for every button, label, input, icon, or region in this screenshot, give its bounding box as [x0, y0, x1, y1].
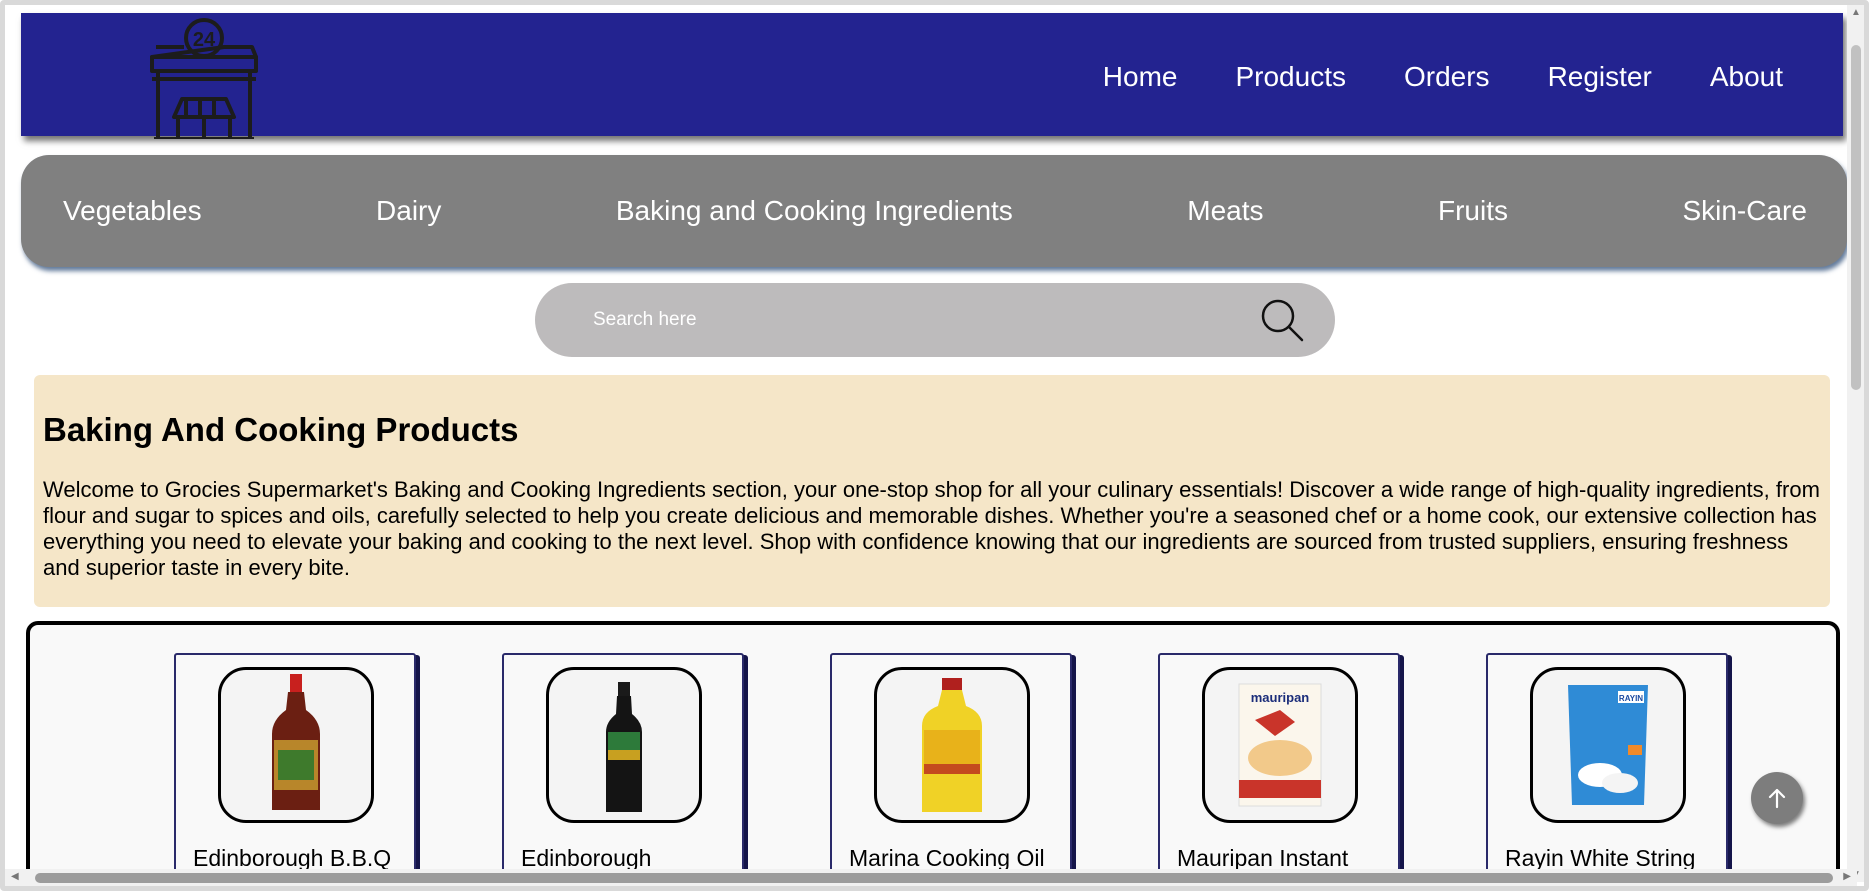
product-image[interactable]: mauripan [1202, 667, 1358, 823]
product-image[interactable] [546, 667, 702, 823]
category-bar: Vegetables Dairy Baking and Cooking Ingr… [21, 155, 1847, 267]
category-vegetables[interactable]: Vegetables [63, 195, 202, 227]
product-image[interactable] [218, 667, 374, 823]
search-input[interactable] [593, 305, 1193, 335]
cooking-oil-bottle-icon [922, 678, 982, 812]
store-24-logo-icon[interactable]: 24 [134, 13, 274, 139]
product-card[interactable]: RAYIN Rayin White String [1486, 653, 1728, 886]
scroll-to-top-button[interactable] [1751, 772, 1803, 824]
scroll-right-icon[interactable]: ▶ [1843, 871, 1851, 882]
arrow-up-icon [1768, 788, 1786, 809]
svg-text:RAYIN: RAYIN [1619, 694, 1643, 703]
search-icon[interactable] [1259, 297, 1305, 343]
product-name: Rayin White String [1505, 845, 1696, 871]
nav-register-link[interactable]: Register [1548, 61, 1652, 93]
scroll-up-icon[interactable]: ▲ [1851, 7, 1861, 18]
product-card[interactable]: Edinborough B.B.Q [174, 653, 416, 886]
nav-products-link[interactable]: Products [1235, 61, 1346, 93]
product-card[interactable]: mauripan Mauripan Instant [1158, 653, 1400, 886]
category-baking-cooking[interactable]: Baking and Cooking Ingredients [616, 195, 1013, 227]
category-fruits[interactable]: Fruits [1438, 195, 1508, 227]
main-nav: Home Products Orders Register About [1103, 61, 1783, 93]
product-name: Marina Cooking Oil [849, 845, 1045, 871]
svg-text:mauripan: mauripan [1251, 690, 1310, 705]
horizontal-scroll-thumb[interactable] [35, 873, 1833, 883]
product-card[interactable]: Marina Cooking Oil [830, 653, 1072, 886]
nav-about-link[interactable]: About [1710, 61, 1783, 93]
nav-orders-link[interactable]: Orders [1404, 61, 1490, 93]
vertical-scrollbar[interactable]: ▲ ▼ [1847, 5, 1864, 882]
page-title: Baking And Cooking Products [43, 411, 519, 448]
horizontal-scrollbar[interactable]: ◀ ▶ [5, 869, 1857, 886]
product-image[interactable] [874, 667, 1030, 823]
product-grid: Edinborough B.B.Q Edinborough Marina Coo… [26, 621, 1840, 886]
svg-text:24: 24 [193, 29, 216, 51]
category-skin-care[interactable]: Skin-Care [1682, 195, 1806, 227]
product-name: Mauripan Instant [1177, 845, 1349, 871]
category-meats[interactable]: Meats [1187, 195, 1263, 227]
vertical-scroll-thumb[interactable] [1851, 45, 1861, 390]
browser-viewport: 24 Home Products Orders Register About V… [0, 0, 1869, 891]
yeast-packet-icon: mauripan [1238, 683, 1322, 807]
category-info-panel: Baking And Cooking Products Welcome to G… [34, 375, 1830, 607]
scroll-left-icon[interactable]: ◀ [11, 871, 19, 882]
soy-sauce-bottle-icon [606, 682, 642, 812]
category-description: Welcome to Grocies Supermarket's Baking … [43, 477, 1820, 580]
product-image[interactable]: RAYIN [1530, 667, 1686, 823]
product-name: Edinborough [521, 845, 652, 871]
site-header: 24 Home Products Orders Register About [21, 13, 1843, 139]
search-bar [535, 283, 1335, 357]
bbq-sauce-bottle-icon [272, 674, 320, 810]
category-dairy[interactable]: Dairy [376, 195, 441, 227]
string-hoppers-pack-icon: RAYIN [1568, 685, 1648, 805]
product-name: Edinborough B.B.Q [193, 845, 392, 871]
nav-home-link[interactable]: Home [1103, 61, 1178, 93]
product-card[interactable]: Edinborough [502, 653, 744, 886]
